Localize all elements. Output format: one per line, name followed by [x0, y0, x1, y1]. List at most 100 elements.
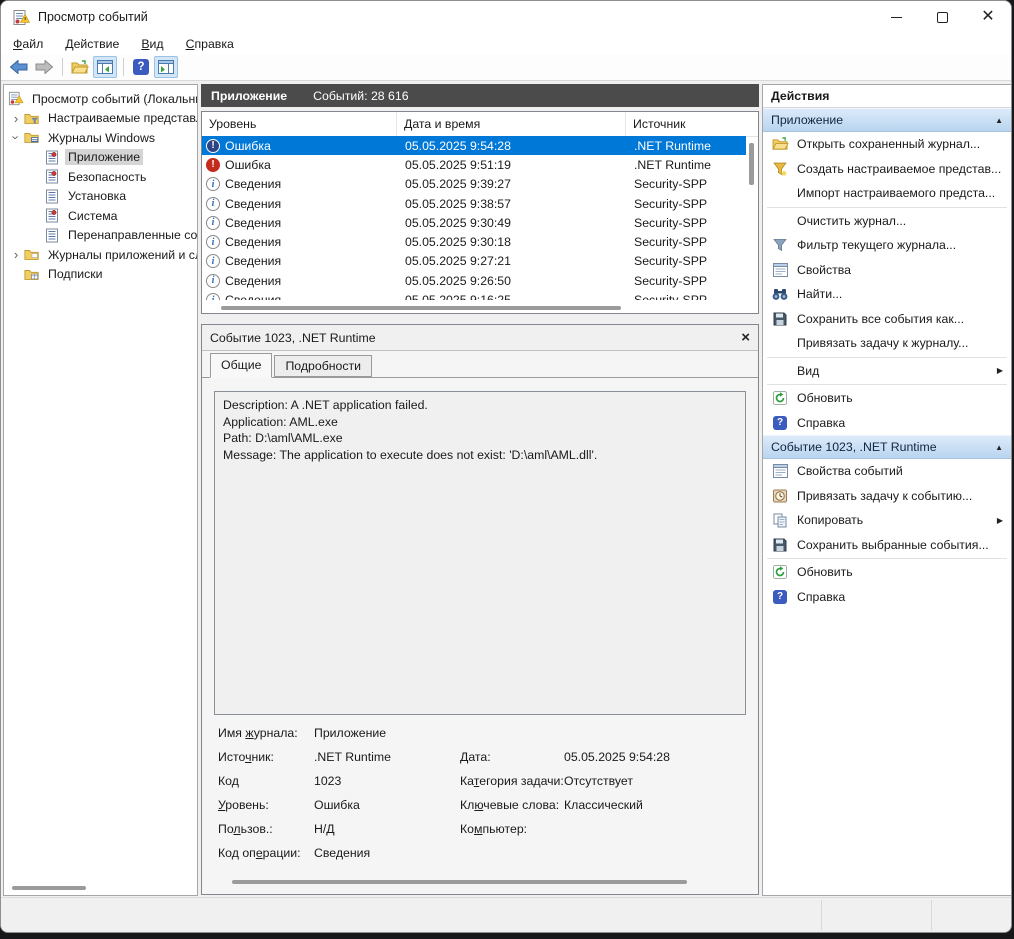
event-level: Ошибка	[225, 139, 271, 153]
tree-item-label-selected: Приложение	[65, 149, 143, 165]
event-row[interactable]: iСведения 05.05.2025 9:16:25 Security-SP…	[202, 290, 746, 300]
event-row[interactable]: iСведения 05.05.2025 9:30:49 Security-SP…	[202, 213, 746, 232]
hscroll-thumb[interactable]	[221, 306, 621, 310]
tree-root-event-viewer[interactable]: Просмотр событий (Локальный)	[4, 89, 197, 109]
action-help-event[interactable]: ? Справка	[763, 585, 1011, 610]
column-level[interactable]: Уровень	[202, 112, 397, 136]
event-source: Security-SPP	[626, 235, 746, 249]
action-properties[interactable]: Свойства	[763, 258, 1011, 283]
chevron-expanded-icon[interactable]: ›	[9, 130, 24, 146]
action-attach-task-to-log[interactable]: Привязать задачу к журналу...	[763, 331, 1011, 356]
event-date: 05.05.2025 9:16:25	[397, 293, 626, 300]
tab-details[interactable]: Подробности	[274, 355, 372, 377]
event-list-vertical-scrollbar[interactable]	[747, 137, 757, 299]
console-tree-icon	[97, 60, 113, 74]
actions-separator	[767, 558, 1007, 559]
field-log-name-value: Приложение	[314, 726, 386, 740]
attach-task-icon	[771, 488, 789, 504]
action-open-saved-log[interactable]: Открыть сохраненный журнал...	[763, 132, 1011, 157]
save-icon	[771, 311, 789, 327]
tree-item-forwarded-events[interactable]: Перенаправленные события	[4, 226, 197, 246]
action-clear-log[interactable]: Очистить журнал...	[763, 209, 1011, 234]
tree-item-app-service-logs[interactable]: › Журналы приложений и служб	[4, 245, 197, 265]
actions-separator	[767, 384, 1007, 385]
open-folder-icon	[771, 136, 789, 152]
action-refresh-event[interactable]: Обновить	[763, 560, 1011, 585]
vscroll-thumb[interactable]	[749, 143, 754, 185]
field-opcode-value: Сведения	[314, 846, 370, 860]
event-row[interactable]: !Ошибка 05.05.2025 9:51:19 .NET Runtime	[202, 155, 746, 174]
event-row[interactable]: iСведения 05.05.2025 9:26:50 Security-SP…	[202, 271, 746, 290]
action-find[interactable]: Найти...	[763, 282, 1011, 307]
event-source: Security-SPP	[626, 254, 746, 268]
event-level: Сведения	[225, 293, 281, 300]
action-filter-current-log[interactable]: Фильтр текущего журнала...	[763, 233, 1011, 258]
action-help[interactable]: ? Справка	[763, 411, 1011, 436]
tree-item-system[interactable]: Система	[4, 206, 197, 226]
toggle-console-tree-button[interactable]	[93, 56, 117, 78]
event-date: 05.05.2025 9:38:57	[397, 197, 626, 211]
action-event-properties[interactable]: Свойства событий	[763, 459, 1011, 484]
menu-action[interactable]: Действие	[65, 37, 119, 51]
menu-view[interactable]: Вид	[141, 37, 163, 51]
action-attach-task-to-event[interactable]: Привязать задачу к событию...	[763, 484, 1011, 509]
detail-close-button[interactable]: ×	[741, 329, 750, 346]
collapse-icon[interactable]: ▲	[995, 116, 1003, 125]
tree-item-subscriptions[interactable]: › Подписки	[4, 265, 197, 285]
maximize-button[interactable]	[919, 1, 965, 33]
action-view[interactable]: Вид ▶	[763, 359, 1011, 384]
menu-file[interactable]: Файл	[13, 37, 43, 51]
action-import-custom-view[interactable]: Импорт настраиваемого предста...	[763, 181, 1011, 206]
collapse-icon[interactable]: ▲	[995, 443, 1003, 452]
actions-section-event[interactable]: Событие 1023, .NET Runtime ▲	[763, 435, 1011, 459]
chevron-collapsed-icon[interactable]: ›	[8, 111, 24, 126]
chevron-collapsed-icon[interactable]: ›	[8, 247, 24, 262]
minimize-button[interactable]	[873, 1, 919, 33]
toggle-action-pane-button[interactable]	[154, 56, 178, 78]
detail-hscroll-thumb[interactable]	[232, 880, 687, 884]
tree-horizontal-scrollbar[interactable]	[8, 882, 193, 893]
actions-section-application[interactable]: Приложение ▲	[763, 108, 1011, 132]
event-row[interactable]: iСведения 05.05.2025 9:27:21 Security-SP…	[202, 252, 746, 271]
column-datetime[interactable]: Дата и время	[397, 112, 626, 136]
event-level: Сведения	[225, 177, 281, 191]
tree-item-windows-logs[interactable]: › Журналы Windows	[4, 128, 197, 148]
action-copy[interactable]: Копировать ▶	[763, 508, 1011, 533]
help-button[interactable]: ?	[129, 56, 153, 78]
action-label: Фильтр текущего журнала...	[797, 238, 956, 252]
action-save-all-events[interactable]: Сохранить все события как...	[763, 307, 1011, 332]
folder-filter-icon	[24, 111, 40, 126]
column-source[interactable]: Источник	[626, 112, 758, 136]
log-plain-icon	[44, 228, 60, 243]
info-icon: i	[206, 197, 220, 211]
back-button[interactable]	[7, 56, 31, 78]
action-refresh[interactable]: Обновить	[763, 386, 1011, 411]
tree-item-label: Журналы приложений и служб	[45, 247, 198, 263]
field-date-label: Дата:	[460, 750, 491, 764]
tree-item-setup[interactable]: Установка	[4, 187, 197, 207]
tree-item-security[interactable]: Безопасность	[4, 167, 197, 187]
open-saved-log-button[interactable]	[68, 56, 92, 78]
tree-item-application[interactable]: Приложение	[4, 148, 197, 168]
detail-title: Событие 1023, .NET Runtime	[210, 331, 376, 345]
detail-horizontal-scrollbar[interactable]	[224, 876, 736, 887]
event-list-horizontal-scrollbar[interactable]	[205, 302, 742, 313]
event-row[interactable]: iСведения 05.05.2025 9:38:57 Security-SP…	[202, 194, 746, 213]
info-icon: i	[206, 235, 220, 249]
tab-general[interactable]: Общие	[210, 353, 272, 378]
minimize-icon	[891, 17, 902, 18]
action-create-custom-view[interactable]: Создать настраиваемое представ...	[763, 157, 1011, 182]
forward-button[interactable]	[32, 56, 56, 78]
tree-item-custom-views[interactable]: › Настраиваемые представления	[4, 109, 197, 129]
event-row-selected[interactable]: !Ошибка 05.05.2025 9:54:28 .NET Runtime	[202, 136, 746, 155]
actions-panel: Действия Приложение ▲ Открыть сохраненны…	[762, 84, 1012, 896]
action-save-selected-events[interactable]: Сохранить выбранные события...	[763, 533, 1011, 558]
tree-hscroll-thumb[interactable]	[12, 886, 86, 890]
field-opcode-label: Код операции:	[218, 846, 301, 860]
event-row[interactable]: iСведения 05.05.2025 9:39:27 Security-SP…	[202, 175, 746, 194]
forward-arrow-icon	[35, 60, 53, 74]
menu-help[interactable]: Справка	[186, 37, 234, 51]
action-label: Открыть сохраненный журнал...	[797, 137, 980, 151]
close-button[interactable]: ✕	[965, 1, 1011, 33]
event-row[interactable]: iСведения 05.05.2025 9:30:18 Security-SP…	[202, 232, 746, 251]
